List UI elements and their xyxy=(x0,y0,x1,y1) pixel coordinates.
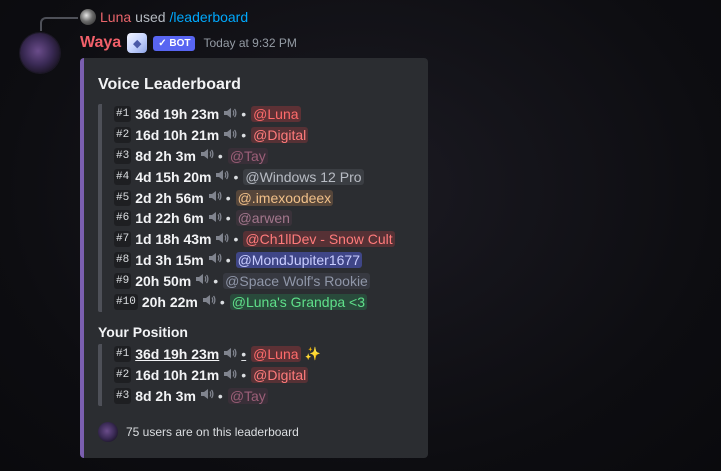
author-name[interactable]: Waya xyxy=(80,34,121,52)
footer-text: 75 users are on this leaderboard xyxy=(126,425,299,440)
rank-badge: #7 xyxy=(114,231,132,248)
speaker-icon xyxy=(223,107,237,122)
speaker-icon xyxy=(215,169,229,184)
rank-badge: #1 xyxy=(114,346,132,363)
leaderboard-row: #7 1d 18h 43m • @Ch1llDev - Snow Cult xyxy=(114,229,416,250)
bot-avatar[interactable] xyxy=(20,33,60,73)
user-mention[interactable]: @Luna xyxy=(251,106,301,123)
leaderboard-row: #1 36d 19h 23m • @Luna ✨ xyxy=(114,344,416,365)
speaker-icon xyxy=(208,252,222,267)
voice-time: 8d 2h 3m xyxy=(135,147,196,164)
voice-time: 16d 10h 21m xyxy=(135,367,220,384)
voice-time: 36d 19h 23m xyxy=(135,106,220,123)
voice-time: 1d 22h 6m xyxy=(135,210,204,227)
speaker-icon xyxy=(208,190,222,205)
separator-dot: • xyxy=(241,346,247,363)
leaderboard-row: #1 36d 19h 23m • @Luna xyxy=(114,104,416,125)
leaderboard-row: #4 4d 15h 20m • @Windows 12 Pro xyxy=(114,166,416,187)
reply-user-name[interactable]: Luna xyxy=(100,9,131,25)
voice-time: 20h 22m xyxy=(141,293,198,310)
voice-time: 1d 3h 15m xyxy=(135,251,204,268)
leaderboard-row: #2 16d 10h 21m • @Digital xyxy=(114,365,416,386)
embed-footer: 75 users are on this leaderboard xyxy=(98,422,416,443)
leaderboard-row: #10 20h 22m • @Luna's Grandpa <3 xyxy=(114,291,416,312)
rank-badge: #3 xyxy=(114,147,132,164)
bot-tag: ✓ BOT xyxy=(153,35,196,51)
speaker-icon xyxy=(200,388,214,403)
leaderboard-row: #9 20h 50m • @Space Wolf's Rookie xyxy=(114,270,416,291)
leaderboard-row: #5 2d 2h 56m • @.imexoodeex xyxy=(114,187,416,208)
user-mention[interactable]: @Luna xyxy=(251,346,301,363)
user-mention[interactable]: @Tay xyxy=(227,147,268,164)
voice-time: 36d 19h 23m xyxy=(135,346,220,363)
rank-badge: #1 xyxy=(114,106,132,123)
separator-dot: • xyxy=(233,168,239,185)
reply-user-avatar[interactable] xyxy=(80,9,96,25)
separator-dot: • xyxy=(241,367,247,384)
speaker-icon xyxy=(200,148,214,163)
leaderboard-row: #3 8d 2h 3m • @Tay xyxy=(114,146,416,167)
user-mention[interactable]: @Digital xyxy=(251,127,309,144)
reply-command[interactable]: /leaderboard xyxy=(170,9,249,25)
speaker-icon xyxy=(223,128,237,143)
role-badge-icon: ◆ xyxy=(127,33,148,53)
reply-context[interactable]: Luna used /leaderboard xyxy=(80,8,248,26)
rank-badge: #9 xyxy=(114,272,132,289)
user-mention[interactable]: @MondJupiter1677 xyxy=(235,251,362,268)
rank-badge: #8 xyxy=(114,251,132,268)
user-mention[interactable]: @Ch1llDev - Snow Cult xyxy=(243,231,395,248)
rank-badge: #10 xyxy=(114,293,138,310)
separator-dot: • xyxy=(213,272,219,289)
leaderboard-list: #1 36d 19h 23m • @Luna #2 16d 10h 21m • @Digita… xyxy=(98,104,416,312)
voice-time: 1d 18h 43m xyxy=(135,231,212,248)
user-mention[interactable]: @Digital xyxy=(251,367,309,384)
user-mention[interactable]: @.imexoodeex xyxy=(235,189,334,206)
speaker-icon xyxy=(215,232,229,247)
speaker-icon xyxy=(223,347,237,362)
leaderboard-embed: Voice Leaderboard #1 36d 19h 23m • @Luna #2 1… xyxy=(80,58,428,458)
leaderboard-row: #6 1d 22h 6m • @arwen xyxy=(114,208,416,229)
rank-badge: #3 xyxy=(114,387,132,404)
voice-time: 8d 2h 3m xyxy=(135,387,196,404)
user-mention[interactable]: @Luna's Grandpa <3 xyxy=(229,293,368,310)
voice-time: 16d 10h 21m xyxy=(135,127,220,144)
leaderboard-row: #2 16d 10h 21m • @Digital xyxy=(114,125,416,146)
message-header: Waya ◆ ✓ BOT Today at 9:32 PM xyxy=(80,32,297,54)
separator-dot: • xyxy=(225,251,231,268)
leaderboard-row: #3 8d 2h 3m • @Tay xyxy=(114,386,416,407)
voice-time: 4d 15h 20m xyxy=(135,168,212,185)
voice-time: 2d 2h 56m xyxy=(135,189,204,206)
separator-dot: • xyxy=(219,293,225,310)
timestamp: Today at 9:32 PM xyxy=(203,36,297,50)
rank-badge: #5 xyxy=(114,189,132,206)
speaker-icon xyxy=(195,273,209,288)
user-mention[interactable]: @Space Wolf's Rookie xyxy=(223,272,370,289)
leaderboard-row: #8 1d 3h 15m • @MondJupiter1677 xyxy=(114,250,416,271)
reply-verb: used xyxy=(135,9,166,25)
your-position-title: Your Position xyxy=(98,323,188,340)
speaker-icon xyxy=(223,368,237,383)
user-mention[interactable]: @Tay xyxy=(227,387,268,404)
rank-badge: #2 xyxy=(114,127,132,144)
voice-time: 20h 50m xyxy=(135,272,192,289)
separator-dot: • xyxy=(241,127,247,144)
separator-dot: • xyxy=(225,189,231,206)
separator-dot: • xyxy=(241,106,247,123)
speaker-icon xyxy=(208,211,222,226)
user-mention[interactable]: @Windows 12 Pro xyxy=(243,168,364,185)
sparkle-icon: ✨ xyxy=(304,346,321,362)
separator-dot: • xyxy=(217,387,223,404)
reply-connector-line xyxy=(40,17,78,31)
user-mention[interactable]: @arwen xyxy=(235,210,292,227)
speaker-icon xyxy=(202,294,216,309)
rank-badge: #4 xyxy=(114,168,132,185)
rank-badge: #2 xyxy=(114,367,132,384)
separator-dot: • xyxy=(217,147,223,164)
footer-avatar-icon xyxy=(98,422,118,443)
separator-dot: • xyxy=(225,210,231,227)
embed-title: Voice Leaderboard xyxy=(98,76,241,93)
your-position-list: #1 36d 19h 23m • @Luna ✨ #2 16d 10h 21m • @Digit… xyxy=(98,343,416,407)
rank-badge: #6 xyxy=(114,210,132,227)
separator-dot: • xyxy=(233,231,239,248)
